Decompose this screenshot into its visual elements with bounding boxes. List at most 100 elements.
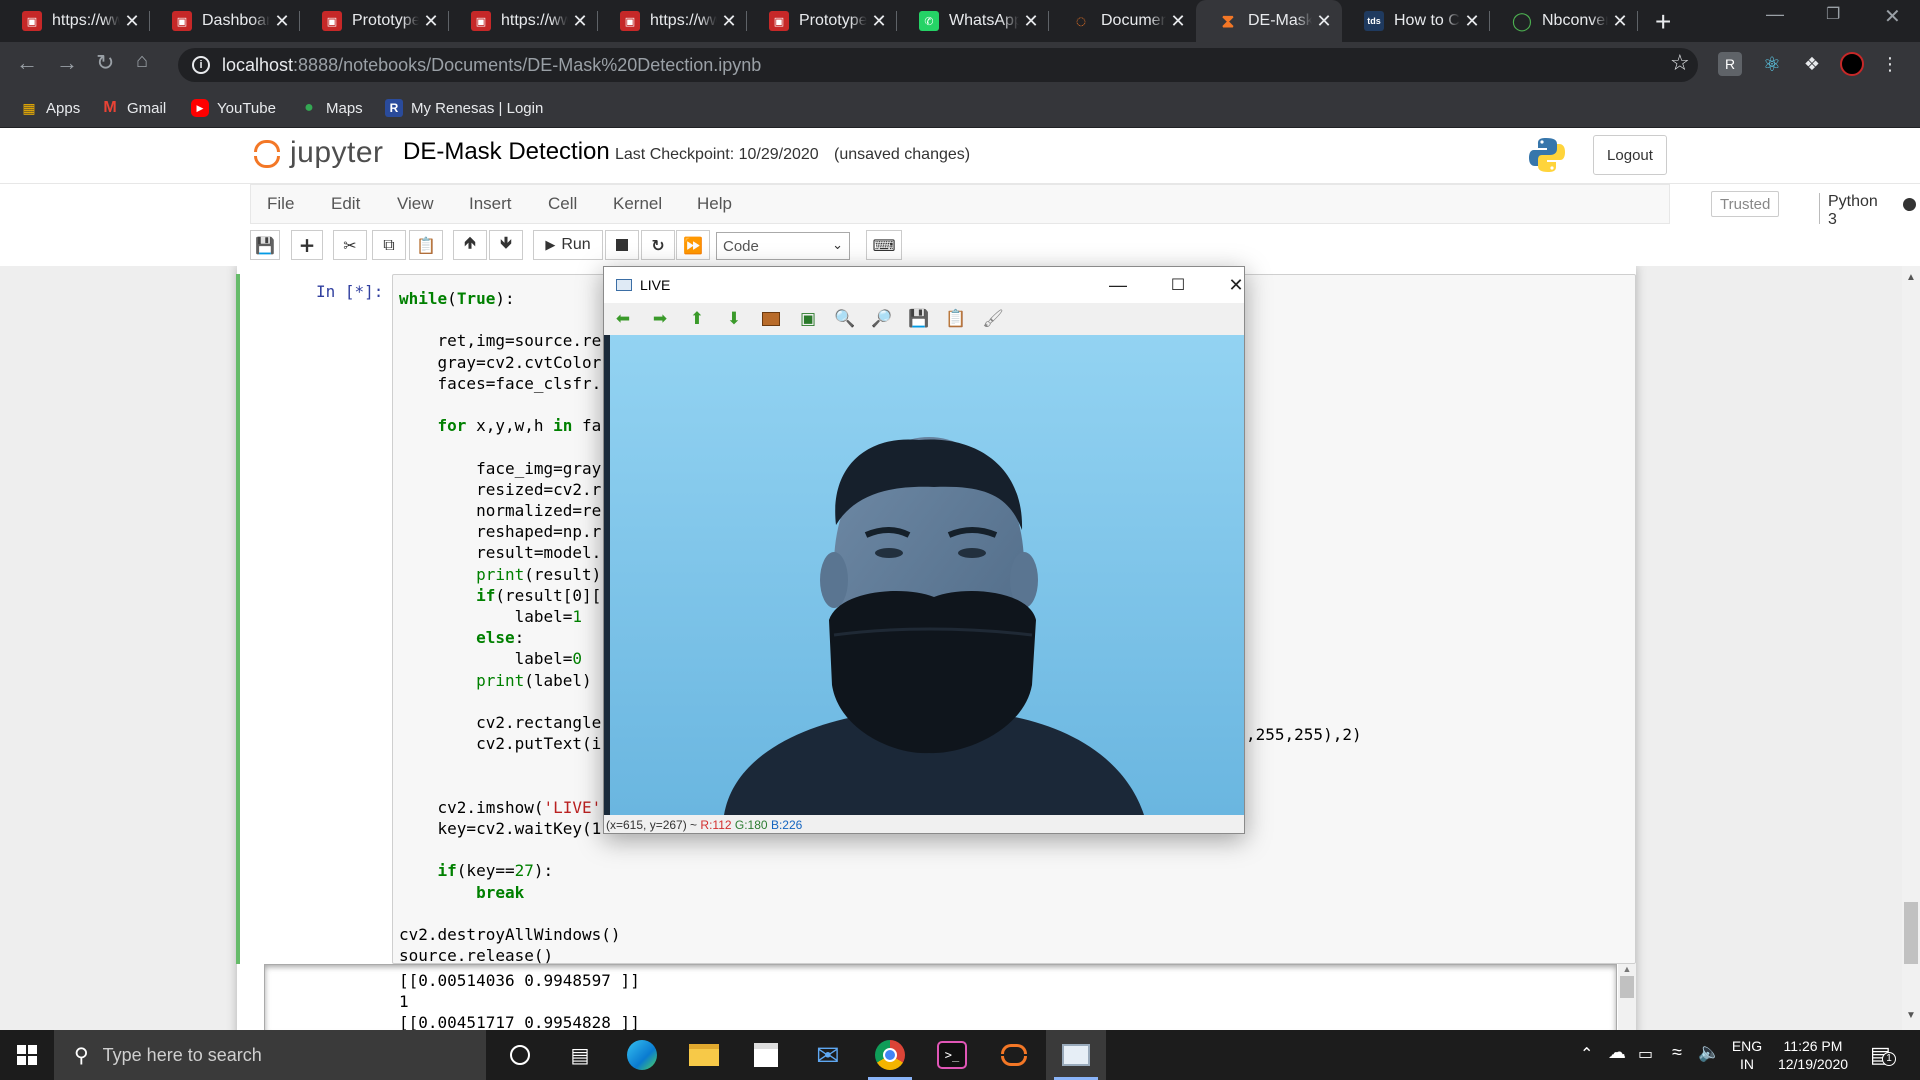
- browser-tab[interactable]: ▣ https://ww ✕: [598, 0, 747, 42]
- extension-r-icon[interactable]: R: [1718, 52, 1742, 76]
- menu-view[interactable]: View: [397, 185, 434, 223]
- notification-center-icon[interactable]: ▤ 1: [1870, 1042, 1896, 1068]
- page-scrollbar[interactable]: ▲ ▼: [1902, 266, 1920, 1030]
- reload-icon[interactable]: ↻: [96, 50, 114, 76]
- notebook-title[interactable]: DE-Mask Detection: [403, 138, 610, 166]
- restore-window-icon[interactable]: ❐: [1826, 4, 1840, 24]
- page-scroll-thumb[interactable]: [1904, 902, 1918, 964]
- start-button[interactable]: [0, 1030, 54, 1080]
- zoom-fit-icon[interactable]: [760, 309, 782, 329]
- maximize-window-icon[interactable]: ☐: [1158, 271, 1198, 299]
- zoom-original-icon[interactable]: ▣: [797, 309, 819, 329]
- store-icon[interactable]: [736, 1030, 796, 1080]
- extensions-puzzle-icon[interactable]: ❖: [1800, 52, 1824, 76]
- scroll-up-arrow-icon[interactable]: ▲: [1902, 272, 1920, 283]
- bookmark-apps[interactable]: ▦ Apps: [20, 88, 80, 128]
- forward-arrow-icon[interactable]: →: [56, 50, 78, 76]
- cell-type-select[interactable]: Code ⌄: [716, 232, 850, 260]
- close-tab-icon[interactable]: ✕: [1464, 11, 1480, 32]
- chrome-icon[interactable]: [860, 1030, 920, 1080]
- paste-icon[interactable]: 📋: [409, 230, 443, 260]
- live-video-window[interactable]: LIVE — ☐ ✕ ⬅ ➡ ⬆ ⬇ ▣ 🔍 🔎 💾 📋 🖌 (x=615, y…: [603, 266, 1245, 834]
- browser-tab[interactable]: ✆ WhatsApp ✕: [897, 0, 1049, 42]
- scroll-up-arrow-icon[interactable]: ▲: [1618, 964, 1636, 974]
- menu-cell[interactable]: Cell: [548, 185, 577, 223]
- browser-tab[interactable]: ⧗ DE-Mask Detection✕: [1196, 0, 1342, 42]
- run-button[interactable]: ▶ Run: [533, 230, 603, 260]
- taskbar-search-input[interactable]: ⚲ Type here to search: [54, 1030, 486, 1080]
- bookmark-gmail[interactable]: M Gmail: [101, 88, 166, 128]
- browser-tab[interactable]: tds How to Convert✕: [1342, 0, 1490, 42]
- restart-kernel-icon[interactable]: ↻: [641, 230, 675, 260]
- restart-run-all-icon[interactable]: ⏩: [676, 230, 710, 260]
- clock[interactable]: 11:26 PM 12/19/2020: [1770, 1037, 1856, 1073]
- edge-icon[interactable]: [612, 1030, 672, 1080]
- pan-down-icon[interactable]: ⬇: [723, 309, 745, 329]
- jupyter-taskbar-icon[interactable]: [984, 1030, 1044, 1080]
- browser-tab[interactable]: ▣ Prototype ✕: [747, 0, 897, 42]
- pan-right-icon[interactable]: ➡: [649, 309, 671, 329]
- browser-tab[interactable]: ◌ Documents✕: [1049, 0, 1196, 42]
- bookmark-renesas[interactable]: R My Renesas | Login: [385, 88, 543, 128]
- volume-mute-icon[interactable]: 🔈: [1698, 1042, 1720, 1063]
- output-scrollbar[interactable]: ▲: [1618, 964, 1636, 1030]
- browser-tab[interactable]: ◯ Nbconvert ✕: [1490, 0, 1638, 42]
- live-window-taskbar-icon[interactable]: [1046, 1030, 1106, 1080]
- close-tab-icon[interactable]: ✕: [274, 11, 290, 32]
- mail-icon[interactable]: ✉: [798, 1030, 858, 1080]
- output-scroll-thumb[interactable]: [1620, 976, 1634, 998]
- zoom-in-icon[interactable]: 🔍: [834, 309, 856, 329]
- save-icon[interactable]: 💾: [250, 230, 280, 260]
- react-devtools-icon[interactable]: ⚛: [1760, 52, 1784, 76]
- close-window-icon[interactable]: ✕: [1216, 271, 1244, 299]
- cut-icon[interactable]: ✂: [333, 230, 367, 260]
- copy-icon[interactable]: ⧉: [372, 230, 406, 260]
- pan-left-icon[interactable]: ⬅: [612, 309, 634, 329]
- site-info-icon[interactable]: i: [192, 56, 210, 74]
- onedrive-icon[interactable]: ☁: [1608, 1042, 1626, 1063]
- back-arrow-icon[interactable]: ←: [16, 50, 38, 76]
- close-tab-icon[interactable]: ✕: [721, 11, 737, 32]
- close-tab-icon[interactable]: ✕: [1316, 11, 1332, 32]
- close-tab-icon[interactable]: ✕: [1023, 11, 1039, 32]
- jupyter-logo[interactable]: jupyter: [252, 136, 384, 170]
- close-tab-icon[interactable]: ✕: [1612, 11, 1628, 32]
- minimize-window-icon[interactable]: —: [1098, 271, 1138, 299]
- cortana-icon[interactable]: [490, 1030, 550, 1080]
- interrupt-kernel-icon[interactable]: [605, 230, 639, 260]
- new-tab-button[interactable]: +: [1655, 6, 1671, 38]
- terminal-icon[interactable]: >_: [922, 1030, 982, 1080]
- file-explorer-icon[interactable]: [674, 1030, 734, 1080]
- pan-up-icon[interactable]: ⬆: [686, 309, 708, 329]
- live-window-titlebar[interactable]: LIVE — ☐ ✕: [604, 267, 1244, 303]
- bookmark-star-icon[interactable]: ☆: [1670, 50, 1690, 76]
- home-icon[interactable]: ⌂: [136, 50, 148, 73]
- chrome-menu-icon[interactable]: ⋮: [1878, 52, 1902, 76]
- bookmark-maps[interactable]: ● Maps: [300, 88, 363, 128]
- command-palette-icon[interactable]: ⌨: [866, 230, 902, 260]
- trusted-badge[interactable]: Trusted: [1711, 191, 1780, 217]
- menu-kernel[interactable]: Kernel: [613, 185, 662, 223]
- bookmark-youtube[interactable]: ▶ YouTube: [191, 88, 276, 128]
- close-tab-icon[interactable]: ✕: [1170, 11, 1186, 32]
- browser-tab[interactable]: ▣ Prototype ✕: [300, 0, 449, 42]
- zoom-out-icon[interactable]: 🔎: [871, 309, 893, 329]
- menu-help[interactable]: Help: [697, 185, 732, 223]
- properties-brush-icon[interactable]: 🖌: [982, 309, 1004, 329]
- profile-avatar[interactable]: [1840, 52, 1864, 76]
- task-view-icon[interactable]: ▤: [550, 1030, 610, 1080]
- language-indicator[interactable]: ENG IN: [1730, 1037, 1764, 1073]
- save-image-icon[interactable]: 💾: [908, 309, 930, 329]
- move-down-icon[interactable]: 🡻: [489, 230, 523, 260]
- close-tab-icon[interactable]: ✕: [124, 11, 140, 32]
- close-window-icon[interactable]: ✕: [1884, 4, 1901, 29]
- copy-clipboard-icon[interactable]: 📋: [945, 309, 967, 329]
- url-input[interactable]: i localhost:8888/notebooks/Documents/DE-…: [178, 48, 1698, 82]
- move-up-icon[interactable]: 🡹: [453, 230, 487, 260]
- browser-tab[interactable]: ▣ Dashboard✕: [150, 0, 300, 42]
- browser-tab[interactable]: ▣ https://ww ✕: [449, 0, 598, 42]
- close-tab-icon[interactable]: ✕: [871, 11, 887, 32]
- battery-icon[interactable]: ▭: [1638, 1044, 1653, 1064]
- scroll-down-arrow-icon[interactable]: ▼: [1902, 1010, 1920, 1021]
- close-tab-icon[interactable]: ✕: [423, 11, 439, 32]
